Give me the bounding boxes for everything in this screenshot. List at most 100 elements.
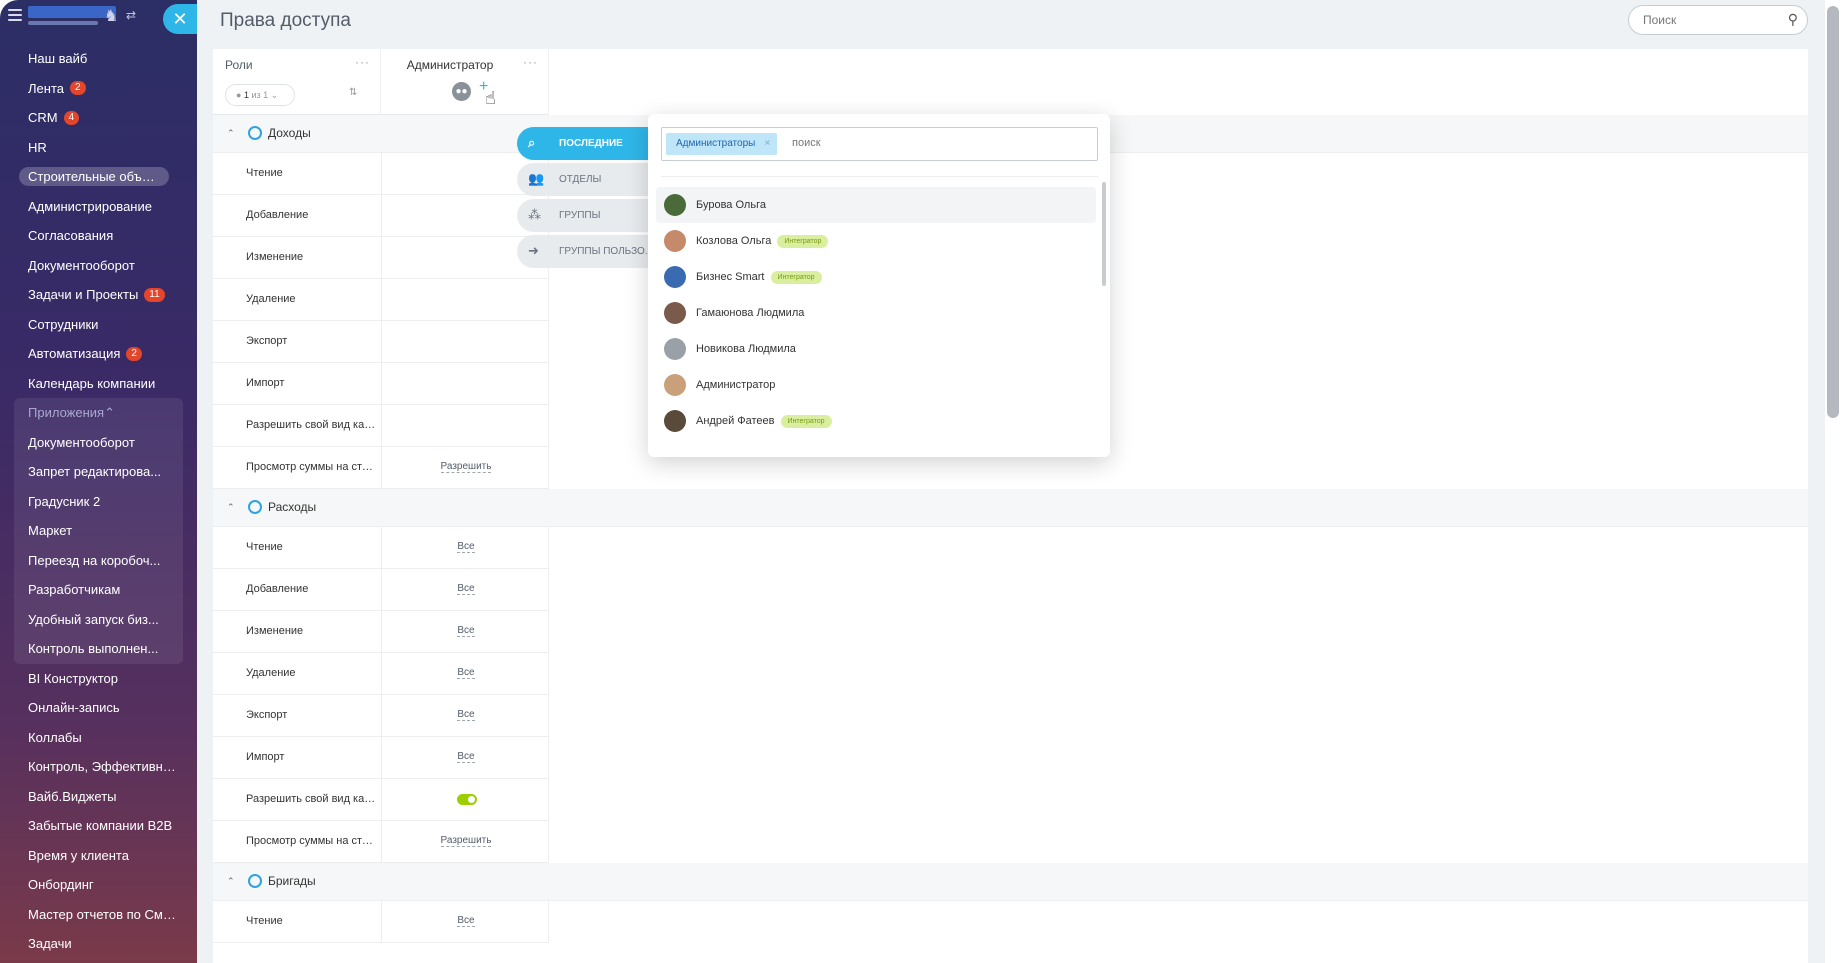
sidebar-item[interactable]: Забытые компании B2B bbox=[0, 811, 197, 841]
user-list-item[interactable]: Бизнес Smart Интегратор bbox=[656, 259, 1096, 295]
sidebar-item[interactable]: Задачи и Проекты 11 bbox=[0, 280, 197, 310]
permission-value-link[interactable]: Все bbox=[457, 915, 475, 927]
sidebar-item[interactable]: HR bbox=[0, 133, 197, 163]
permission-value-cell[interactable] bbox=[381, 279, 549, 321]
permission-value-cell[interactable]: Разрешить bbox=[381, 447, 549, 489]
swap-icon[interactable]: ⇄ bbox=[126, 8, 136, 22]
sidebar-item-label: Вайб.Виджеты bbox=[28, 788, 117, 804]
permission-value-link[interactable]: Все bbox=[457, 625, 475, 637]
selector-tab[interactable]: ➜ ГРУППЫ ПОЛЬЗО... bbox=[517, 235, 657, 268]
user-list-item[interactable]: Новикова Людмила bbox=[656, 331, 1096, 367]
permission-value-cell[interactable]: Все bbox=[381, 737, 549, 779]
admin-menu-icon[interactable]: ··· bbox=[523, 55, 538, 69]
permission-value-cell[interactable] bbox=[381, 779, 549, 821]
selector-tab[interactable]: ⌕ ПОСЛЕДНИЕ bbox=[517, 127, 657, 160]
sidebar-item[interactable]: Наш вайб bbox=[0, 44, 197, 74]
permission-value-cell[interactable]: Все bbox=[381, 901, 549, 943]
sidebar-item[interactable]: Сотрудники bbox=[0, 310, 197, 340]
sidebar-item[interactable]: Переезд на коробоч... bbox=[14, 546, 183, 576]
company-logo[interactable] bbox=[28, 6, 116, 18]
sidebar-item[interactable]: Градусник 2 bbox=[14, 487, 183, 517]
sidebar-item[interactable]: Онбординг bbox=[0, 870, 197, 900]
sidebar-item[interactable]: Лента 2 bbox=[0, 74, 197, 104]
apps-group-header[interactable]: Приложения ⌃ bbox=[14, 398, 183, 428]
chevron-up-icon[interactable]: ⌃ bbox=[227, 502, 235, 513]
avatar bbox=[664, 266, 686, 288]
permission-value-cell[interactable] bbox=[381, 321, 549, 363]
close-slider-button[interactable]: ✕ bbox=[163, 4, 197, 34]
sidebar-item[interactable]: CRM 4 bbox=[0, 103, 197, 133]
sidebar-item[interactable]: Задачи bbox=[0, 929, 197, 959]
user-list-item[interactable]: Гамаюнова Людмила bbox=[656, 295, 1096, 331]
user-list-item[interactable]: Андрей Фатеев Интегратор bbox=[656, 403, 1096, 439]
chevron-up-icon[interactable]: ⌃ bbox=[227, 128, 235, 139]
sidebar-item[interactable]: Документооборот bbox=[14, 428, 183, 458]
permission-value-link[interactable]: Разрешить bbox=[440, 835, 492, 847]
section-header[interactable]: ⌃ Бригады bbox=[213, 863, 1808, 901]
counter-badge: 4 bbox=[63, 110, 80, 125]
sidebar-item[interactable]: Онлайн-запись bbox=[0, 693, 197, 723]
chevron-up-icon[interactable]: ⌃ bbox=[227, 876, 235, 887]
user-list-item[interactable]: Козлова Ольга Интегратор bbox=[656, 223, 1096, 259]
sidebar-item[interactable]: Коллабы bbox=[0, 723, 197, 753]
menu-icon[interactable] bbox=[8, 9, 22, 21]
permission-value-link[interactable]: Все bbox=[457, 709, 475, 721]
user-list-item[interactable]: Бурова Ольга bbox=[656, 187, 1096, 223]
sidebar-item[interactable]: Календарь компании bbox=[0, 369, 197, 399]
roles-pager[interactable]: ● 1 из 1 ⌄ bbox=[225, 84, 295, 106]
sidebar-item[interactable]: Администрирование bbox=[0, 192, 197, 222]
avatar bbox=[664, 410, 686, 432]
sidebar-item[interactable]: Время у клиента bbox=[0, 841, 197, 871]
sidebar-item[interactable]: Согласования bbox=[0, 221, 197, 251]
permission-value-link[interactable]: Все bbox=[457, 667, 475, 679]
sidebar-item[interactable]: BI Конструктор bbox=[0, 664, 197, 694]
permission-value-cell[interactable]: Все bbox=[381, 569, 549, 611]
sidebar-item[interactable]: Разработчикам bbox=[14, 575, 183, 605]
scroll-thumb[interactable] bbox=[1827, 6, 1839, 418]
permission-name: Импорт bbox=[246, 377, 285, 389]
permission-value-link[interactable]: Все bbox=[457, 583, 475, 595]
permission-value-link[interactable]: Разрешить bbox=[440, 461, 492, 473]
sidebar-item[interactable]: Удобный запуск биз... bbox=[14, 605, 183, 635]
roles-menu-icon[interactable]: ··· bbox=[355, 55, 370, 69]
selector-tab[interactable]: ⁂ ГРУППЫ bbox=[517, 199, 657, 232]
chip-remove-icon[interactable]: × bbox=[765, 133, 771, 155]
search-input[interactable] bbox=[1643, 13, 1773, 27]
permission-value-cell[interactable] bbox=[381, 363, 549, 405]
page-scrollbar[interactable] bbox=[1826, 0, 1844, 963]
permission-value-cell[interactable]: Все bbox=[381, 695, 549, 737]
sidebar-item[interactable]: Автоматизация 2 bbox=[0, 339, 197, 369]
sidebar-item[interactable]: Строительные объекты bbox=[0, 162, 197, 192]
sidebar-item[interactable]: Контроль выполнен... bbox=[14, 634, 183, 664]
permission-value-cell[interactable]: Все bbox=[381, 653, 549, 695]
user-groups-icon: ➜ bbox=[528, 243, 539, 258]
permission-value-link[interactable]: Все bbox=[457, 751, 475, 763]
permission-toggle[interactable] bbox=[457, 794, 477, 805]
permission-value-cell[interactable]: Все bbox=[381, 527, 549, 569]
sidebar-item[interactable]: Запрет редактирова... bbox=[14, 457, 183, 487]
user-list-item[interactable]: Администратор bbox=[656, 367, 1096, 403]
members-icon[interactable]: ●● bbox=[452, 82, 471, 101]
permission-value-link[interactable]: Все bbox=[457, 541, 475, 553]
apps-group: Приложения ⌃ Документооборот Запрет редакт… bbox=[14, 398, 183, 664]
list-scrollbar[interactable] bbox=[1102, 182, 1106, 286]
permission-value-cell[interactable]: Разрешить bbox=[381, 821, 549, 863]
sidebar-item[interactable]: Документооборот bbox=[0, 251, 197, 281]
sidebar-item[interactable]: Маркет bbox=[14, 516, 183, 546]
user-list: Бурова Ольга Козлова Ольга Интегратор Бизне… bbox=[656, 187, 1096, 439]
sidebar-item[interactable]: Вайб.Виджеты bbox=[0, 782, 197, 812]
selector-search-input[interactable] bbox=[792, 137, 942, 149]
section-header[interactable]: ⌃ Расходы bbox=[213, 489, 1808, 527]
search-icon[interactable]: ⚲ bbox=[1788, 11, 1798, 28]
search-box[interactable]: ⚲ bbox=[1628, 5, 1808, 35]
selector-search-box[interactable]: Администраторы × bbox=[661, 127, 1098, 161]
collapse-expand-icon[interactable]: ⇅ bbox=[349, 87, 357, 98]
selector-tab[interactable]: 👥 ОТДЕЛЫ bbox=[517, 163, 657, 196]
permission-value-cell[interactable]: Все bbox=[381, 611, 549, 653]
selected-chip[interactable]: Администраторы × bbox=[666, 133, 778, 155]
sidebar-item[interactable]: Контроль, Эффективност... bbox=[0, 752, 197, 782]
permission-value: Разрешить bbox=[382, 835, 550, 847]
permission-value-cell[interactable] bbox=[381, 405, 549, 447]
sidebar-item[interactable]: Мастер отчетов по Смар... bbox=[0, 900, 197, 930]
sidebar-menu: Наш вайб Лента 2 CRM 4 HR Строительные объекты… bbox=[0, 44, 197, 959]
